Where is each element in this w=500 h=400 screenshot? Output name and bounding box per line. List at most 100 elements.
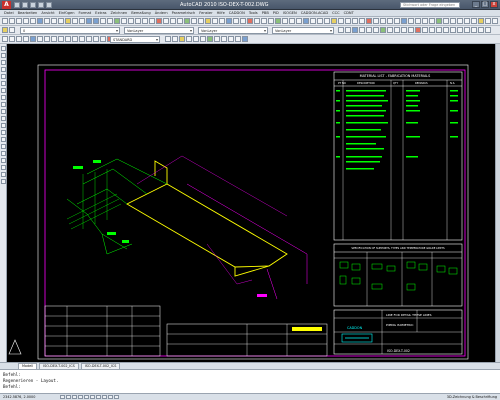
tool-icon[interactable] — [373, 18, 379, 24]
color-combo[interactable]: VonLayer — [124, 27, 194, 34]
menu-item[interactable]: Format — [79, 11, 92, 15]
tool-icon[interactable] — [331, 18, 337, 24]
tool-icon[interactable] — [296, 18, 302, 24]
minimize-icon[interactable]: _ — [472, 1, 480, 8]
drawing-canvas[interactable]: MATERIAL LIST - FABRICATION MATERIALS PT… — [7, 44, 495, 362]
tool-icon[interactable] — [478, 18, 484, 24]
tool-icon[interactable] — [235, 36, 241, 42]
tool-icon[interactable] — [214, 36, 220, 42]
markup-icon[interactable] — [142, 18, 148, 24]
maximize-icon[interactable]: □ — [481, 1, 489, 8]
tool-icon[interactable] — [422, 18, 428, 24]
hatch-icon[interactable] — [37, 36, 43, 42]
tool-icon[interactable] — [1, 137, 6, 142]
menu-item[interactable]: Hilfe — [217, 11, 225, 15]
layer-manager-icon[interactable] — [2, 27, 8, 33]
fillet-icon[interactable] — [93, 36, 99, 42]
sheet-set-icon[interactable] — [135, 18, 141, 24]
menu-item[interactable]: CDNT — [344, 11, 354, 15]
menu-item[interactable]: CADDON-ACAD — [301, 11, 328, 15]
tool-icon[interactable] — [401, 27, 407, 33]
publish-icon[interactable] — [37, 18, 43, 24]
new-icon[interactable] — [2, 18, 8, 24]
tool-icon[interactable] — [1, 102, 6, 107]
text-style-combo[interactable]: STANDARD — [110, 36, 160, 43]
help-search-input[interactable]: Stichwort oder Frage eingeben — [400, 2, 460, 8]
tool-icon[interactable] — [1, 74, 6, 79]
redo-icon[interactable] — [46, 2, 52, 8]
menu-item[interactable]: PBB — [262, 11, 269, 15]
tool-icon[interactable] — [380, 27, 386, 33]
tool-icon[interactable] — [1, 130, 6, 135]
otrack-toggle-icon[interactable] — [90, 395, 95, 399]
tool-icon[interactable] — [163, 18, 169, 24]
menu-item[interactable]: CCC — [332, 11, 340, 15]
open-icon[interactable] — [22, 2, 28, 8]
menu-item[interactable]: Extras — [95, 11, 106, 15]
layer-combo[interactable]: 0 — [20, 27, 120, 34]
lineweight-combo[interactable]: VonLayer — [272, 27, 334, 34]
preview-icon[interactable] — [30, 18, 36, 24]
menu-item[interactable]: ISOGEN — [283, 11, 297, 15]
design-center-icon[interactable] — [121, 18, 127, 24]
print-icon[interactable] — [23, 18, 29, 24]
tool-icon[interactable] — [184, 18, 190, 24]
tool-icon[interactable] — [1, 46, 6, 51]
tool-icon[interactable] — [247, 18, 253, 24]
tool-icon[interactable] — [464, 27, 470, 33]
application-menu-icon[interactable]: A — [2, 1, 11, 9]
rectangle-icon[interactable] — [30, 36, 36, 42]
tool-icon[interactable] — [1, 116, 6, 121]
tool-icon[interactable] — [1, 95, 6, 100]
tool-icon[interactable] — [436, 18, 442, 24]
tool-icon[interactable] — [373, 27, 379, 33]
tool-icon[interactable] — [1, 123, 6, 128]
tool-icon[interactable] — [212, 18, 218, 24]
lwt-toggle-icon[interactable] — [108, 395, 113, 399]
cut-icon[interactable] — [44, 18, 50, 24]
zoom-previous-icon[interactable] — [107, 18, 113, 24]
arc-icon[interactable] — [23, 36, 29, 42]
menu-item[interactable]: Bearbeiten — [18, 11, 38, 15]
quickcalc-icon[interactable] — [149, 18, 155, 24]
tool-icon[interactable] — [345, 18, 351, 24]
tool-icon[interactable] — [226, 18, 232, 24]
layer-state-icon[interactable] — [9, 27, 15, 33]
tool-icon[interactable] — [317, 18, 323, 24]
move-icon[interactable] — [51, 36, 57, 42]
tool-icon[interactable] — [408, 27, 414, 33]
tool-icon[interactable] — [492, 18, 498, 24]
tool-icon[interactable] — [228, 36, 234, 42]
tool-icon[interactable] — [338, 18, 344, 24]
grid-toggle-icon[interactable] — [66, 395, 71, 399]
tool-icon[interactable] — [289, 18, 295, 24]
tool-icon[interactable] — [310, 18, 316, 24]
menu-item[interactable]: Ansicht — [41, 11, 54, 15]
tool-icon[interactable] — [464, 18, 470, 24]
tool-icon[interactable] — [186, 36, 192, 42]
menu-item[interactable]: Fenster — [199, 11, 212, 15]
menu-item[interactable]: Parametrisch — [172, 11, 196, 15]
tool-icon[interactable] — [233, 18, 239, 24]
tool-icon[interactable] — [394, 18, 400, 24]
tool-icon[interactable] — [359, 18, 365, 24]
undo-icon[interactable] — [38, 2, 44, 8]
tool-icon[interactable] — [401, 18, 407, 24]
command-line[interactable]: Befehl: Regenerieren - Layout. Befehl: — [0, 369, 500, 393]
tool-icon[interactable] — [205, 18, 211, 24]
tool-icon[interactable] — [179, 36, 185, 42]
tool-icon[interactable] — [221, 36, 227, 42]
tool-icon[interactable] — [408, 18, 414, 24]
tool-icon[interactable] — [457, 27, 463, 33]
tool-icon[interactable] — [359, 27, 365, 33]
undo-icon[interactable] — [72, 18, 78, 24]
scale-icon[interactable] — [72, 36, 78, 42]
help-icon[interactable] — [156, 18, 162, 24]
tool-icon[interactable] — [457, 18, 463, 24]
tool-icon[interactable] — [415, 18, 421, 24]
save-icon[interactable] — [30, 2, 36, 8]
tool-icon[interactable] — [1, 109, 6, 114]
tool-icon[interactable] — [268, 18, 274, 24]
tool-icon[interactable] — [471, 18, 477, 24]
tool-icon[interactable] — [165, 36, 171, 42]
